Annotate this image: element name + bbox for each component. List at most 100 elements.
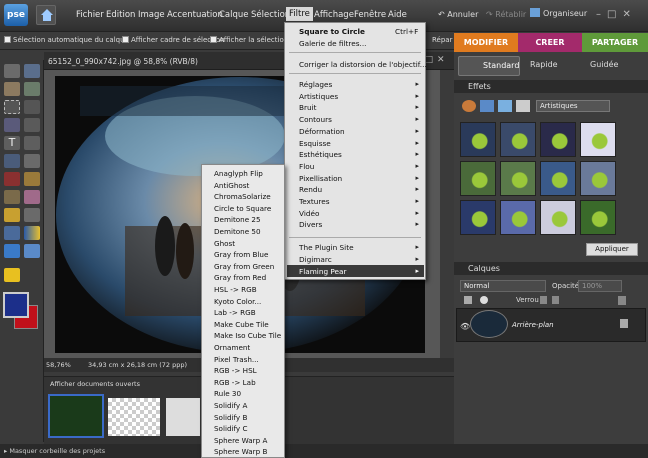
window-controls[interactable]: –□✕ [596, 9, 646, 20]
submenu-item[interactable]: Kyoto Color... [214, 297, 261, 306]
menu-item-filter-gallery[interactable]: Galerie de filtres... [299, 39, 367, 48]
healing-brush-tool-icon[interactable] [24, 172, 40, 186]
project-thumbnail-2[interactable] [108, 398, 160, 436]
menu-item-filter-group[interactable]: Divers [299, 220, 322, 229]
menu-item-filter-group[interactable]: Contours [299, 115, 332, 124]
foreground-color-swatch[interactable] [3, 292, 29, 318]
submenu-item[interactable]: Sphere Warp A [214, 436, 267, 445]
effect-thumbnail[interactable] [500, 161, 536, 196]
auto-select-layer-checkbox[interactable]: Sélection automatique du calque [4, 36, 129, 44]
photo-effects-icon[interactable] [498, 100, 512, 112]
trash-icon[interactable] [618, 296, 626, 305]
effect-thumbnail[interactable] [540, 161, 576, 196]
layer-styles-icon[interactable] [480, 100, 494, 112]
menu-item-filter-group[interactable]: Bruit [299, 103, 317, 112]
clone-stamp-tool-icon[interactable] [4, 190, 20, 204]
apply-effect-button[interactable]: Appliquer [586, 243, 638, 256]
effect-thumbnail[interactable] [580, 161, 616, 196]
project-thumbnail-1[interactable] [48, 394, 104, 438]
hand-tool-icon[interactable] [4, 82, 20, 96]
menu-filtre[interactable]: Filtre [286, 7, 313, 21]
minimize-icon[interactable]: – [596, 9, 607, 20]
submenu-item[interactable]: Solidify C [214, 424, 247, 433]
menu-item-filter-group[interactable]: Artistiques [299, 92, 338, 101]
effect-thumbnail[interactable] [540, 200, 576, 235]
menu-item-plugin-site[interactable]: The Plugin Site [299, 243, 354, 252]
lock-transparency-icon[interactable] [540, 296, 547, 304]
menu-calque[interactable]: Calque [219, 10, 249, 20]
opacity-field[interactable]: 100% [578, 280, 622, 292]
quick-selection-tool-icon[interactable] [24, 118, 40, 132]
submenu-item[interactable]: HSL -> RGB [214, 285, 257, 294]
visibility-eye-icon[interactable]: 👁 [460, 322, 470, 331]
submenu-item[interactable]: Make Iso Cube Tile [214, 331, 281, 340]
red-eye-tool-icon[interactable] [4, 172, 20, 186]
menu-aide[interactable]: Aide [388, 10, 407, 20]
menu-item-filter-group[interactable]: Flou [299, 162, 314, 171]
effect-thumbnail[interactable] [460, 161, 496, 196]
blur-tool-icon[interactable] [24, 244, 40, 258]
effect-thumbnail[interactable] [500, 200, 536, 235]
menu-item-filter-group[interactable]: Esquisse [299, 139, 331, 148]
menu-fichier[interactable]: Fichier [76, 10, 104, 20]
submenu-item[interactable]: Solidify B [214, 413, 247, 422]
brush-tool-icon[interactable] [4, 208, 20, 222]
effect-thumbnail[interactable] [460, 200, 496, 235]
redo-button[interactable]: ↷ Rétablir [486, 10, 526, 19]
effect-thumbnail[interactable] [460, 122, 496, 157]
crop-tool-icon[interactable] [24, 136, 40, 150]
tab-modifier[interactable]: MODIFIER [454, 33, 518, 52]
zoom-level[interactable]: 58,76% [46, 361, 71, 369]
menu-item-flaming-pear[interactable]: Flaming Pear [299, 267, 347, 276]
straighten-tool-icon[interactable] [24, 154, 40, 168]
tab-partager[interactable]: PARTAGER [582, 33, 648, 52]
submenu-item[interactable]: Gray from Red [214, 273, 266, 282]
tab-rapide[interactable]: Rapide [530, 60, 558, 69]
menu-item-filter-group[interactable]: Réglages [299, 80, 332, 89]
eyedropper-tool-icon[interactable] [24, 82, 40, 96]
menu-item-filter-group[interactable]: Vidéo [299, 209, 319, 218]
submenu-item[interactable]: ChromaSolarize [214, 192, 271, 201]
submenu-item[interactable]: Pixel Trash... [214, 355, 259, 364]
effects-panel-header[interactable]: Effets [454, 80, 648, 93]
effect-thumbnail[interactable] [540, 122, 576, 157]
hide-project-bin-button[interactable]: ▸ Masquer corbeille des projets [4, 447, 105, 455]
menu-item-filter-group[interactable]: Pixellisation [299, 174, 342, 183]
effects-category-select[interactable]: Artistiques [536, 100, 610, 112]
text-tool-icon[interactable]: T [4, 136, 20, 150]
menu-item-lens-correction[interactable]: Corriger la distorsion de l'objectif... [299, 60, 427, 69]
paint-bucket-tool-icon[interactable] [4, 226, 20, 240]
all-effects-icon[interactable] [516, 100, 530, 112]
submenu-item[interactable]: RGB -> HSL [214, 366, 257, 375]
layers-panel-header[interactable]: Calques [454, 262, 648, 275]
menu-item-filter-group[interactable]: Textures [299, 197, 330, 206]
eraser-tool-icon[interactable] [24, 190, 40, 204]
vertical-scrollbar[interactable] [440, 70, 454, 358]
new-layer-icon[interactable] [464, 296, 472, 304]
submenu-item[interactable]: Demitone 25 [214, 215, 261, 224]
menu-item-square-to-circle[interactable]: Square to Circle [299, 27, 365, 36]
effect-thumbnail[interactable] [500, 122, 536, 157]
menu-fenetre[interactable]: Fenêtre [354, 10, 386, 20]
lock-all-icon[interactable] [552, 296, 559, 304]
submenu-item[interactable]: Ornament [214, 343, 250, 352]
submenu-item[interactable]: Ghost [214, 239, 235, 248]
home-icon[interactable] [36, 5, 56, 25]
project-bin-dropdown[interactable]: Afficher documents ouverts [50, 380, 140, 388]
lasso-tool-icon[interactable] [24, 100, 40, 114]
tab-creer[interactable]: CREER [518, 33, 582, 52]
submenu-item[interactable]: RGB -> Lab [214, 378, 256, 387]
menu-affichage[interactable]: Affichage [314, 10, 354, 20]
effect-thumbnail[interactable] [580, 122, 616, 157]
organiser-button[interactable]: Organiseur [530, 8, 590, 23]
undo-button[interactable]: ↶ Annuler [438, 10, 478, 19]
submenu-item[interactable]: Circle to Square [214, 204, 271, 213]
filters-icon[interactable] [462, 100, 476, 112]
tab-standard[interactable]: Standard [458, 56, 520, 76]
menu-item-filter-group[interactable]: Esthétiques [299, 150, 342, 159]
menu-image[interactable]: Image [138, 10, 165, 20]
submenu-item[interactable]: Rule 30 [214, 389, 241, 398]
submenu-item[interactable]: Lab -> RGB [214, 308, 256, 317]
gradient-tool-icon[interactable] [24, 226, 40, 240]
project-thumbnail-3[interactable] [166, 398, 200, 436]
